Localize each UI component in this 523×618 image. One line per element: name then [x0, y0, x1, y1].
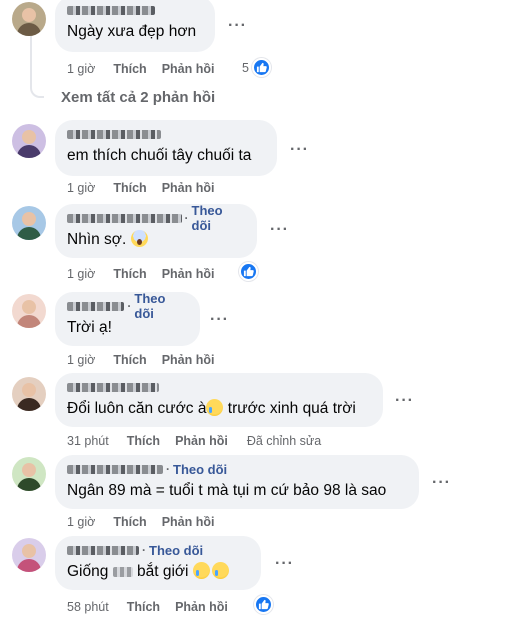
- face-screaming-icon: [130, 230, 148, 247]
- reply-button[interactable]: Phản hồi: [162, 267, 215, 281]
- like-button[interactable]: Thích: [127, 600, 160, 614]
- reaction-summary[interactable]: [254, 595, 273, 614]
- view-all-replies-link[interactable]: Xem tất cả 2 phản hồi: [61, 89, 215, 106]
- redacted-word: [112, 566, 133, 577]
- comment-bubble: · Theo dõi Trời ạ!: [55, 291, 200, 346]
- avatar[interactable]: [12, 377, 46, 411]
- reply-button[interactable]: Phản hồi: [175, 434, 228, 448]
- comment-text: Trời ạ!: [67, 319, 112, 336]
- comment-bubble: Ngày xưa đẹp hơn: [55, 0, 215, 52]
- reaction-summary[interactable]: 5: [242, 58, 271, 77]
- reply-button[interactable]: Phản hồi: [162, 515, 215, 529]
- follow-button[interactable]: Theo dõi: [149, 543, 203, 558]
- more-options-button[interactable]: ···: [228, 18, 247, 34]
- like-button[interactable]: Thích: [113, 267, 146, 281]
- like-icon: [239, 262, 258, 281]
- timestamp[interactable]: 58 phút: [67, 600, 109, 614]
- like-button[interactable]: Thích: [113, 515, 146, 529]
- comment-text: Ngân 89 mà = tuổi t mà tụi m cứ bảo 98 l…: [67, 482, 387, 499]
- more-options-button[interactable]: ···: [210, 312, 229, 328]
- avatar[interactable]: [12, 294, 46, 328]
- reaction-count: 5: [242, 60, 249, 75]
- reaction-summary[interactable]: [239, 262, 258, 281]
- like-button[interactable]: Thích: [113, 181, 146, 195]
- avatar[interactable]: [12, 457, 46, 491]
- comment-actions: 1 giờ Thích Phản hồi: [67, 61, 229, 77]
- author-name[interactable]: [67, 213, 182, 223]
- comment-actions: 58 phút Thích Phản hồi: [67, 599, 243, 615]
- timestamp[interactable]: 1 giờ: [67, 181, 95, 195]
- follow-button[interactable]: Theo dõi: [173, 462, 227, 477]
- like-icon: [251, 58, 271, 77]
- crying-face-icon: [211, 562, 229, 579]
- timestamp[interactable]: 1 giờ: [67, 267, 95, 281]
- comment-bubble: em thích chuối tây chuối ta: [55, 120, 277, 176]
- more-options-button[interactable]: ···: [432, 475, 451, 491]
- reply-button[interactable]: Phản hồi: [162, 353, 215, 367]
- author-name[interactable]: [67, 382, 159, 392]
- like-button[interactable]: Thích: [113, 62, 146, 76]
- like-button[interactable]: Thích: [113, 353, 146, 367]
- comment-bubble: · Theo dõi Ngân 89 mà = tuổi t mà tụi m …: [55, 455, 419, 509]
- follow-button[interactable]: Theo dõi: [192, 203, 245, 233]
- reply-button[interactable]: Phản hồi: [162, 181, 215, 195]
- crying-face-icon: [192, 562, 210, 579]
- timestamp[interactable]: 31 phút: [67, 434, 109, 448]
- like-icon: [254, 595, 273, 614]
- more-options-button[interactable]: ···: [290, 142, 309, 158]
- crying-face-icon: [206, 399, 224, 416]
- reply-button[interactable]: Phản hồi: [162, 62, 215, 76]
- comment-text: Giống bắt giới: [67, 562, 249, 582]
- follow-button[interactable]: Theo dõi: [134, 291, 188, 321]
- avatar[interactable]: [12, 538, 46, 572]
- author-name[interactable]: [67, 464, 163, 474]
- comment-text: Nhìn sợ.: [67, 230, 245, 250]
- comment-bubble: · Theo dõi Giống bắt giới: [55, 536, 261, 590]
- avatar[interactable]: [12, 206, 46, 240]
- comment-text: Ngày xưa đẹp hơn: [67, 23, 197, 40]
- comment-bubble: Đổi luôn căn cước à trước xinh quá trời: [55, 373, 383, 427]
- edited-label: Đã chỉnh sửa: [246, 434, 322, 448]
- avatar[interactable]: [12, 2, 46, 36]
- author-name[interactable]: [67, 129, 161, 139]
- author-name[interactable]: [67, 301, 125, 311]
- comment-actions: 31 phút Thích Phản hồi Đã chỉnh sửa: [67, 433, 321, 449]
- comment-bubble: · Theo dõi Nhìn sợ.: [55, 203, 257, 258]
- more-options-button[interactable]: ···: [275, 556, 294, 572]
- comment-text: em thích chuối tây chuối ta: [67, 147, 252, 164]
- timestamp[interactable]: 1 giờ: [67, 515, 95, 529]
- avatar[interactable]: [12, 124, 46, 158]
- comment-actions: 1 giờ Thích Phản hồi: [67, 352, 229, 368]
- comment-actions: 1 giờ Thích Phản hồi: [67, 266, 229, 282]
- more-options-button[interactable]: ···: [270, 222, 289, 238]
- timestamp[interactable]: 1 giờ: [67, 353, 95, 367]
- reply-button[interactable]: Phản hồi: [175, 600, 228, 614]
- author-name[interactable]: [67, 545, 139, 555]
- timestamp[interactable]: 1 giờ: [67, 62, 95, 76]
- comment-actions: 1 giờ Thích Phản hồi: [67, 180, 229, 196]
- reply-thread-connector: [30, 34, 44, 98]
- like-button[interactable]: Thích: [127, 434, 160, 448]
- comment-actions: 1 giờ Thích Phản hồi: [67, 514, 229, 530]
- author-name[interactable]: [67, 5, 155, 15]
- more-options-button[interactable]: ···: [395, 393, 414, 409]
- comment-text: Đổi luôn căn cước à trước xinh quá trời: [67, 399, 356, 417]
